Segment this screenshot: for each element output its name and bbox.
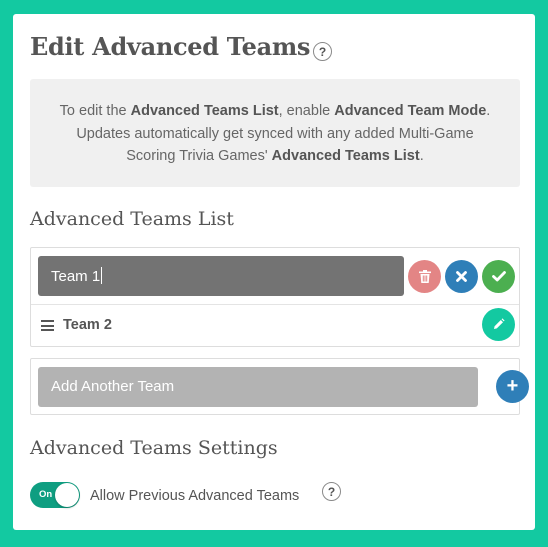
add-team-input[interactable]: Add Another Team [38,367,478,407]
text-caret [101,267,103,284]
pencil-icon [494,318,505,329]
list-divider [31,304,519,305]
allow-previous-toggle[interactable]: On [30,482,80,508]
teams-list: Team 1 Team 2 [30,247,520,347]
edit-advanced-teams-panel: Edit Advanced Teams ? To edit the Advanc… [13,14,535,530]
check-icon [491,271,506,282]
info-line-1: To edit the Advanced Teams List, enable … [59,103,491,119]
page-title: Edit Advanced Teams [30,32,311,61]
toggle-state-label: On [39,489,53,500]
allow-previous-label: Allow Previous Advanced Teams [90,488,300,504]
team-item-label: Team 2 [63,317,112,333]
cancel-edit-button[interactable] [445,260,478,293]
teams-list-heading: Advanced Teams List [30,208,234,230]
info-line-3: Scoring Trivia Games' Advanced Teams Lis… [126,148,424,164]
toggle-knob [55,483,79,507]
settings-heading: Advanced Teams Settings [30,437,278,459]
info-message: To edit the Advanced Teams List, enable … [30,79,520,187]
drag-handle-icon[interactable] [41,320,54,331]
plus-icon: + [506,375,519,397]
help-icon[interactable]: ? [313,42,332,61]
trash-icon [418,270,431,283]
delete-team-button[interactable] [408,260,441,293]
close-icon [456,271,467,282]
add-team-row: Add Another Team + [30,358,529,415]
add-team-button[interactable]: + [496,370,529,403]
team-name-edit-input[interactable]: Team 1 [38,256,404,296]
confirm-edit-button[interactable] [482,260,515,293]
edit-team-button[interactable] [482,308,515,341]
info-line-2: Updates automatically get synced with an… [76,125,474,142]
help-icon[interactable]: ? [322,482,341,501]
